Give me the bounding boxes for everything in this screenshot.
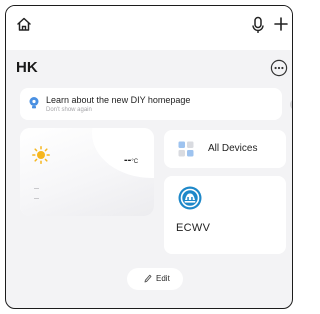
edit-label: Edit xyxy=(156,274,170,283)
lightbulb-icon xyxy=(29,97,39,109)
weather-detail-placeholder xyxy=(34,198,39,199)
temperature-value: --°C xyxy=(124,154,138,166)
banner-dismiss-link[interactable]: Don't show again xyxy=(46,107,92,113)
weather-detail-placeholder xyxy=(34,188,39,189)
home-header: HK xyxy=(6,50,292,80)
all-devices-card[interactable]: All Devices xyxy=(164,130,286,168)
home-icon[interactable] xyxy=(16,16,32,32)
sun-icon xyxy=(32,146,50,164)
diy-homepage-banner[interactable]: Learn about the new DIY homepage Don't s… xyxy=(20,88,292,120)
app-screen: HK Learn about the new DIY homepage Don'… xyxy=(5,5,293,309)
temperature-unit: °C xyxy=(131,159,139,165)
device-card[interactable]: ECWV xyxy=(164,176,286,254)
device-name: ECWV xyxy=(176,222,211,234)
pencil-icon xyxy=(144,274,152,283)
plus-icon[interactable] xyxy=(274,17,288,31)
weather-card[interactable]: --°C xyxy=(20,128,154,216)
home-title[interactable]: HK xyxy=(16,59,38,76)
edit-button[interactable]: Edit xyxy=(127,268,183,290)
all-devices-label: All Devices xyxy=(208,143,258,154)
banner-title: Learn about the new DIY homepage xyxy=(46,95,191,105)
grid-icon xyxy=(178,141,194,157)
top-bar xyxy=(6,6,292,50)
more-icon[interactable] xyxy=(270,59,288,77)
microphone-icon[interactable] xyxy=(251,16,265,34)
device-icon xyxy=(178,186,202,210)
banner-close-button[interactable] xyxy=(290,99,292,110)
